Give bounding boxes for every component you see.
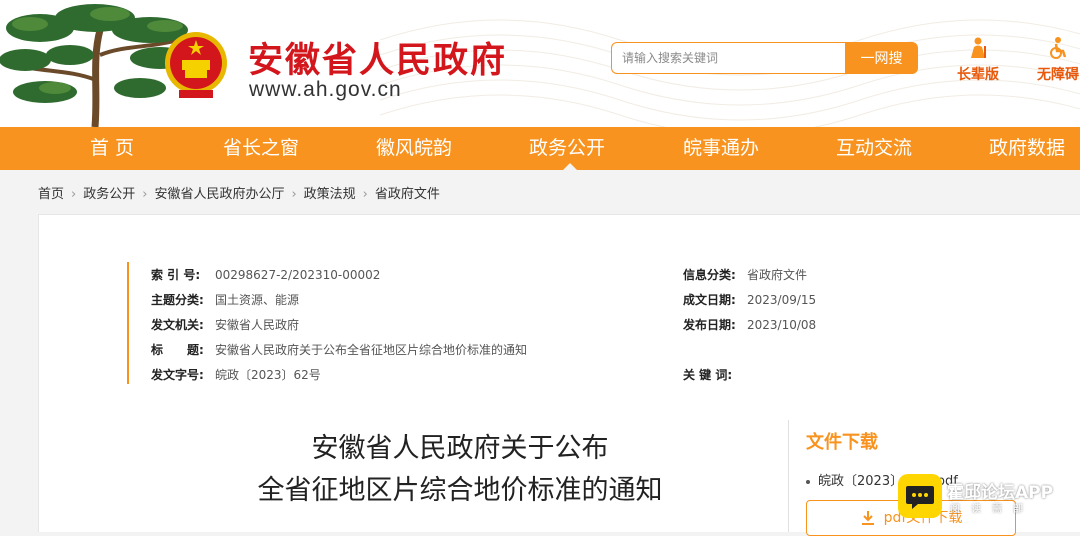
elder-mode-label: 长辈版 bbox=[957, 67, 999, 83]
download-heading: 文件下载 bbox=[806, 432, 878, 453]
forum-app-logo-icon bbox=[898, 474, 942, 518]
meta-issuer: 发文机关: 安徽省人民政府 bbox=[151, 316, 299, 333]
meta-title: 标 题: 安徽省人民政府关于公布全省征地区片综合地价标准的通知 bbox=[151, 341, 527, 358]
meta-created-date: 成文日期: 2023/09/15 bbox=[683, 291, 816, 308]
download-icon bbox=[861, 511, 874, 525]
meta-key: 发文字号: bbox=[151, 368, 204, 382]
meta-key: 信息分类: bbox=[683, 268, 736, 282]
meta-value: 安徽省人民政府关于公布全省征地区片综合地价标准的通知 bbox=[215, 343, 528, 357]
meta-key: 主题分类: bbox=[151, 293, 204, 307]
meta-key: 发布日期: bbox=[683, 318, 736, 332]
nav-active-indicator bbox=[563, 163, 577, 170]
meta-doc-no: 发文字号: 皖政〔2023〕62号 bbox=[151, 366, 321, 383]
chevron-right-icon: › bbox=[71, 187, 77, 202]
national-emblem-icon bbox=[165, 32, 227, 98]
elder-mode-button[interactable]: 长辈版 bbox=[948, 36, 1008, 84]
breadcrumb-general-office[interactable]: 安徽省人民政府办公厅 bbox=[154, 187, 284, 202]
chevron-right-icon: › bbox=[142, 187, 148, 202]
site-url[interactable]: www.ah.gov.cn bbox=[249, 78, 402, 102]
document-title: 安徽省人民政府关于公布 全省征地区片综合地价标准的通知 bbox=[160, 428, 760, 512]
meta-value: 安徽省人民政府 bbox=[215, 318, 300, 332]
elder-icon bbox=[971, 37, 986, 58]
nav-item-culture[interactable]: 徽风皖韵 bbox=[376, 127, 452, 170]
meta-accent-bar bbox=[127, 262, 129, 384]
accessibility-button[interactable]: 无障碍 bbox=[1028, 36, 1080, 84]
meta-info-category: 信息分类: 省政府文件 bbox=[683, 266, 807, 283]
meta-keywords: 关 键 词: bbox=[683, 366, 747, 383]
meta-index-no: 索 引 号: 00298627-2/202310-00002 bbox=[151, 266, 380, 283]
nav-item-interaction[interactable]: 互动交流 bbox=[836, 127, 912, 170]
breadcrumb-provincial-docs[interactable]: 省政府文件 bbox=[375, 187, 440, 202]
nav-item-gov-data[interactable]: 政府数据 bbox=[989, 127, 1065, 170]
meta-value: 国土资源、能源 bbox=[215, 293, 300, 307]
breadcrumb-policies[interactable]: 政策法规 bbox=[304, 187, 356, 202]
main-nav: 首 页 省长之窗 徽风皖韵 政务公开 皖事通办 互动交流 政府数据 bbox=[0, 127, 1080, 170]
bullet-icon bbox=[806, 479, 810, 484]
meta-key: 关 键 词: bbox=[683, 368, 733, 382]
site-header: 安徽省人民政府 www.ah.gov.cn 一网搜 长辈版 无障碍 bbox=[0, 0, 1080, 127]
nav-item-services[interactable]: 皖事通办 bbox=[683, 127, 759, 170]
breadcrumb-gov-affairs[interactable]: 政务公开 bbox=[83, 187, 135, 202]
breadcrumb-home[interactable]: 首页 bbox=[38, 187, 64, 202]
search-input[interactable] bbox=[611, 42, 845, 74]
accessibility-icon bbox=[1050, 37, 1067, 59]
chevron-right-icon: › bbox=[362, 187, 368, 202]
search-button[interactable]: 一网搜 bbox=[845, 42, 918, 74]
document-title-line: 全省征地区片综合地价标准的通知 bbox=[257, 475, 663, 506]
meta-value: 2023/10/08 bbox=[747, 318, 817, 332]
nav-item-governor[interactable]: 省长之窗 bbox=[223, 127, 299, 170]
meta-published-date: 发布日期: 2023/10/08 bbox=[683, 316, 816, 333]
watermark-subtext: 阅读需部 bbox=[950, 504, 1034, 515]
meta-value: 00298627-2/202310-00002 bbox=[215, 268, 381, 282]
sidebar-divider bbox=[788, 420, 789, 532]
document-title-line: 安徽省人民政府关于公布 bbox=[311, 433, 609, 464]
chevron-right-icon: › bbox=[291, 187, 297, 202]
breadcrumb: 首页 › 政务公开 › 安徽省人民政府办公厅 › 政策法规 › 省政府文件 bbox=[38, 183, 440, 202]
nav-item-home[interactable]: 首 页 bbox=[90, 127, 134, 170]
meta-key: 索 引 号: bbox=[151, 268, 201, 282]
site-title[interactable]: 安徽省人民政府 bbox=[248, 32, 507, 83]
meta-key: 发文机关: bbox=[151, 318, 204, 332]
accessibility-label: 无障碍 bbox=[1037, 67, 1079, 83]
meta-topic: 主题分类: 国土资源、能源 bbox=[151, 291, 299, 308]
meta-key: 标 题: bbox=[151, 343, 204, 357]
meta-key: 成文日期: bbox=[683, 293, 736, 307]
meta-value: 省政府文件 bbox=[747, 268, 808, 282]
meta-value: 2023/09/15 bbox=[747, 293, 817, 307]
meta-value: 皖政〔2023〕62号 bbox=[215, 368, 321, 382]
